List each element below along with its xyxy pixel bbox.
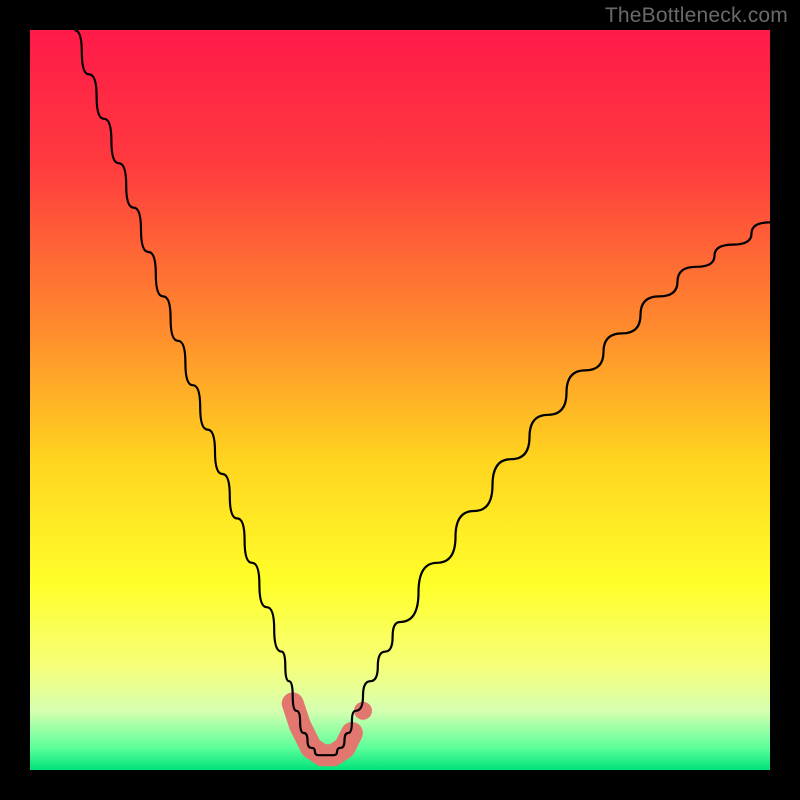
chart-frame: TheBottleneck.com: [0, 0, 800, 800]
gradient-background: [30, 30, 770, 770]
watermark-text: TheBottleneck.com: [605, 4, 788, 28]
chart-svg: [30, 30, 770, 770]
plot-area: [30, 30, 770, 770]
